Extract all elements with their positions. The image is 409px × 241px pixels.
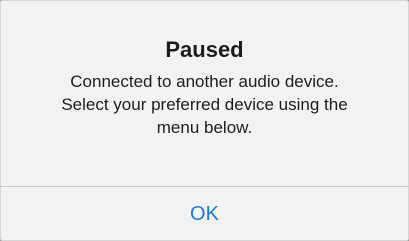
- alert-message-line: Select your preferred device using the: [61, 95, 348, 114]
- alert-message-line: menu below.: [156, 118, 253, 137]
- alert-message-line: Connected to another audio device.: [70, 72, 339, 91]
- alert-dialog: Paused Connected to another audio device…: [0, 0, 409, 241]
- ok-button[interactable]: OK: [0, 187, 409, 241]
- alert-title: Paused: [165, 37, 244, 62]
- alert-message: Connected to another audio device. Selec…: [14, 70, 395, 139]
- alert-content: Paused Connected to another audio device…: [14, 36, 395, 139]
